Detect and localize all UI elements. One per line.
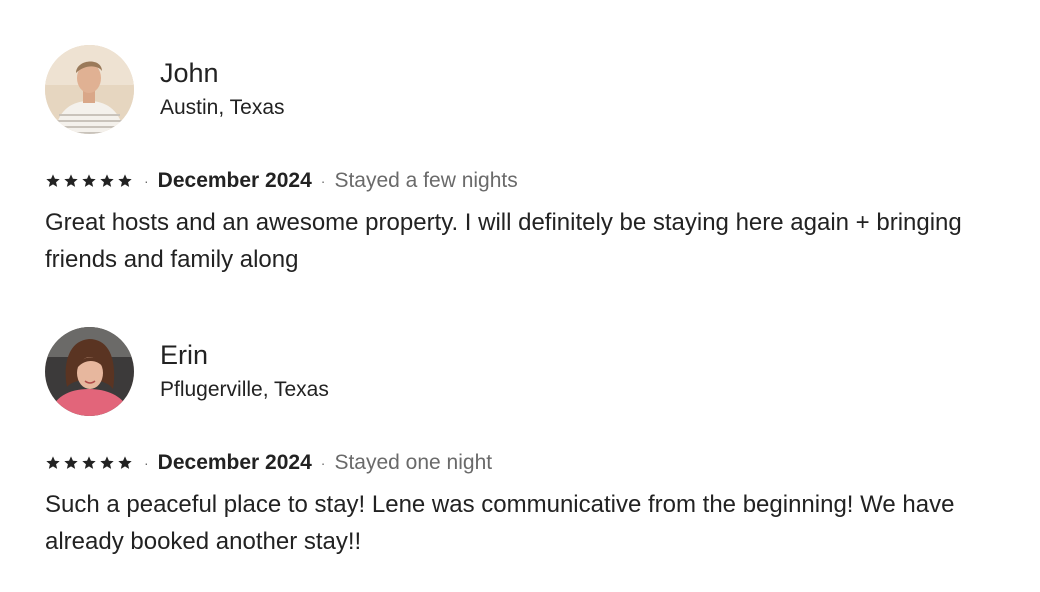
star-icon — [117, 173, 133, 189]
separator-dot: · — [144, 173, 149, 189]
stay-length: Stayed one night — [334, 451, 493, 474]
star-rating — [45, 173, 135, 189]
star-icon — [63, 455, 79, 471]
avatar-erin-image — [45, 326, 134, 416]
avatar-john-image — [45, 44, 134, 134]
separator-dot: · — [320, 173, 326, 189]
star-icon — [81, 455, 97, 471]
reviewer-name: Erin — [160, 340, 209, 370]
review-header: John Austin, Texas — [45, 44, 1005, 134]
separator-dot: · — [320, 455, 326, 471]
review-header: Erin Pflugerville, Texas — [45, 326, 1005, 416]
star-rating — [45, 455, 135, 471]
review-text: Great hosts and an awesome property. I w… — [45, 209, 962, 273]
reviewer-location: Pflugerville, Texas — [160, 378, 329, 401]
star-icon — [81, 173, 97, 189]
star-icon — [117, 455, 133, 471]
review-date: December 2024 — [157, 451, 312, 474]
review-card: John Austin, Texas · December 2024 · Sta… — [45, 44, 1005, 278]
reviewer-name: John — [160, 58, 219, 88]
review-text: Such a peaceful place to stay! Lene was … — [45, 491, 955, 555]
avatar[interactable] — [45, 44, 134, 134]
review-date: December 2024 — [157, 169, 312, 192]
star-icon — [63, 173, 79, 189]
star-icon — [99, 173, 115, 189]
reviewer-location: Austin, Texas — [160, 96, 285, 119]
star-icon — [45, 173, 61, 189]
review-card: Erin Pflugerville, Texas · December 2024… — [45, 326, 1005, 560]
stay-length: Stayed a few nights — [334, 169, 518, 192]
star-icon — [45, 455, 61, 471]
star-icon — [99, 455, 115, 471]
separator-dot: · — [144, 455, 149, 471]
review-meta: · December 2024 · Stayed a few nights — [45, 168, 1005, 194]
avatar[interactable] — [45, 326, 134, 416]
review-meta: · December 2024 · Stayed one night — [45, 450, 1005, 476]
